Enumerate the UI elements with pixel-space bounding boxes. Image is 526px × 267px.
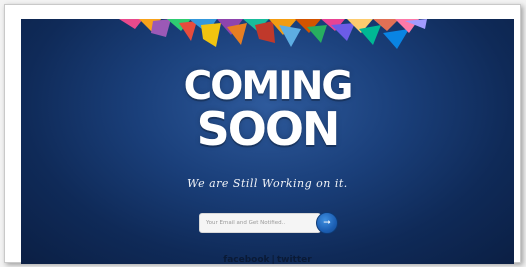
confetti-decoration bbox=[119, 19, 427, 49]
separator: | bbox=[271, 255, 275, 264]
headline-soon: SOON bbox=[196, 102, 341, 156]
facebook-link[interactable]: facebook bbox=[223, 255, 269, 264]
submit-button[interactable]: ➞ bbox=[316, 212, 338, 234]
tagline: We are Still Working on it. bbox=[187, 177, 348, 190]
arrow-right-icon: ➞ bbox=[323, 217, 331, 228]
headline-coming: COMING bbox=[183, 64, 354, 109]
screenshot-frame: COMING SOON We are Still Working on it. … bbox=[4, 4, 521, 264]
social-links: facebook | twitter bbox=[21, 255, 514, 264]
twitter-link[interactable]: twitter bbox=[277, 255, 312, 264]
notify-form: ➞ bbox=[199, 212, 339, 236]
email-input[interactable] bbox=[199, 213, 321, 233]
coming-soon-page: COMING SOON We are Still Working on it. … bbox=[21, 19, 514, 264]
